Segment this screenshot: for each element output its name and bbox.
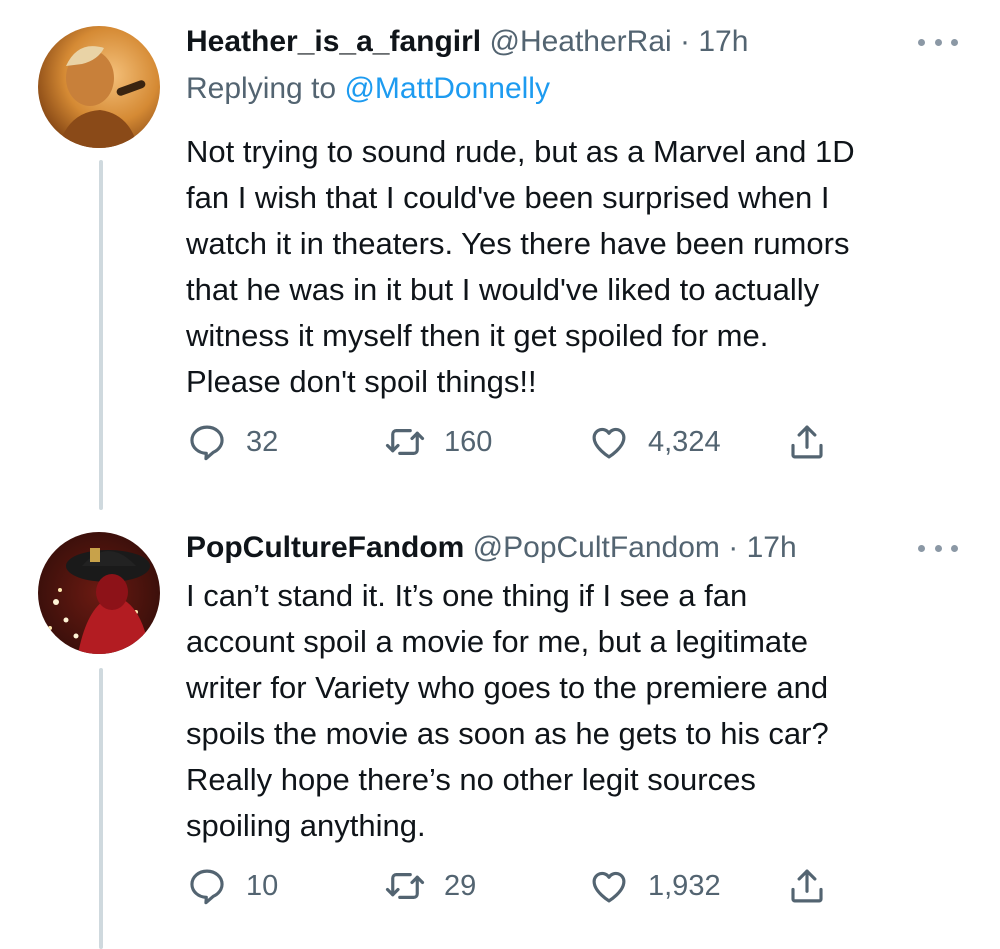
tweet-header: Heather_is_a_fangirl @HeatherRai · 17h [186,19,970,65]
heart-icon [592,871,626,903]
separator: · [680,25,691,58]
thread-line [99,668,103,949]
retweet-button[interactable]: 160 [384,417,492,467]
display-name[interactable]: PopCultureFandom [186,531,464,564]
reply-button[interactable]: 32 [186,417,278,467]
more-dots-icon[interactable] [918,35,958,49]
timestamp[interactable]: 17h [698,25,748,58]
mention-link[interactable]: @MattDonnelly [344,72,550,105]
avatar[interactable] [38,26,160,148]
like-count: 4,324 [648,426,721,458]
like-count: 1,932 [648,870,721,902]
heart-icon [592,427,626,459]
reply-count: 32 [246,426,279,458]
like-button[interactable]: 4,324 [588,417,721,467]
tweet-text: I can’t stand it. It’s one thing if I se… [186,578,829,843]
share-button[interactable] [786,417,828,467]
timestamp[interactable]: 17h [747,531,797,564]
reply-count: 10 [246,870,279,902]
retweet-icon [385,873,425,899]
user-handle[interactable]: @PopCultFandom [473,531,720,564]
separator: · [728,531,739,564]
retweet-button[interactable]: 29 [384,861,476,911]
retweet-icon [385,429,425,455]
retweet-count: 29 [444,870,477,902]
like-button[interactable]: 1,932 [588,861,721,911]
thread-line [99,160,103,510]
tweet-actions: 32 160 4,324 [186,417,886,467]
replying-to: Replying to @MattDonnelly [186,65,970,113]
retweet-count: 160 [444,426,493,458]
tweet-text: Not trying to sound rude, but as a Marve… [186,134,855,399]
share-icon [791,869,823,903]
speech-bubble-icon [190,425,224,461]
more-dots-icon[interactable] [918,541,958,555]
display-name[interactable]: Heather_is_a_fangirl [186,25,481,58]
replying-to-label: Replying to [186,72,345,105]
speech-bubble-icon [190,869,224,905]
tweet-actions: 10 29 1,932 [186,861,886,911]
tweet[interactable]: Heather_is_a_fangirl @HeatherRai · 17h R… [186,19,970,405]
user-handle[interactable]: @HeatherRai [489,25,671,58]
reply-button[interactable]: 10 [186,861,278,911]
tweet[interactable]: PopCultureFandom @PopCultFandom · 17h I … [186,525,970,849]
tweet-header: PopCultureFandom @PopCultFandom · 17h [186,525,970,571]
avatar[interactable] [38,532,160,654]
share-icon [791,425,823,459]
share-button[interactable] [786,861,828,911]
